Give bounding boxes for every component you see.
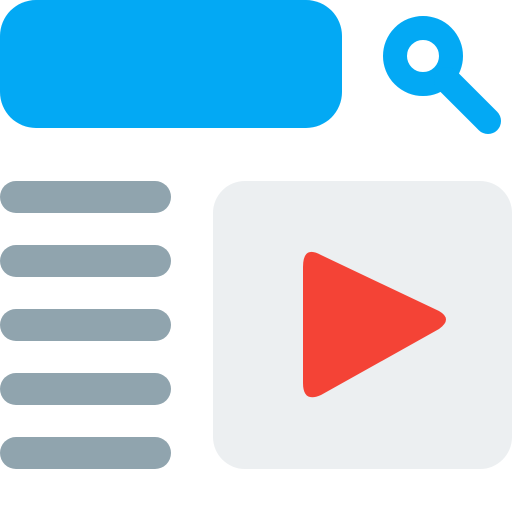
menu-line [0,309,171,341]
video-player[interactable] [213,181,512,469]
video-search-illustration [0,0,512,512]
menu-line [0,373,171,405]
play-triangle [303,251,446,398]
menu-line [0,181,171,213]
play-icon [303,251,446,398]
menu-line [0,245,171,277]
play-button[interactable] [297,247,453,403]
search-button[interactable] [378,14,508,144]
menu-line [0,437,171,469]
search-bar[interactable] [0,0,342,128]
magnifier-icon [383,16,501,134]
magnifier-handle [434,67,501,134]
